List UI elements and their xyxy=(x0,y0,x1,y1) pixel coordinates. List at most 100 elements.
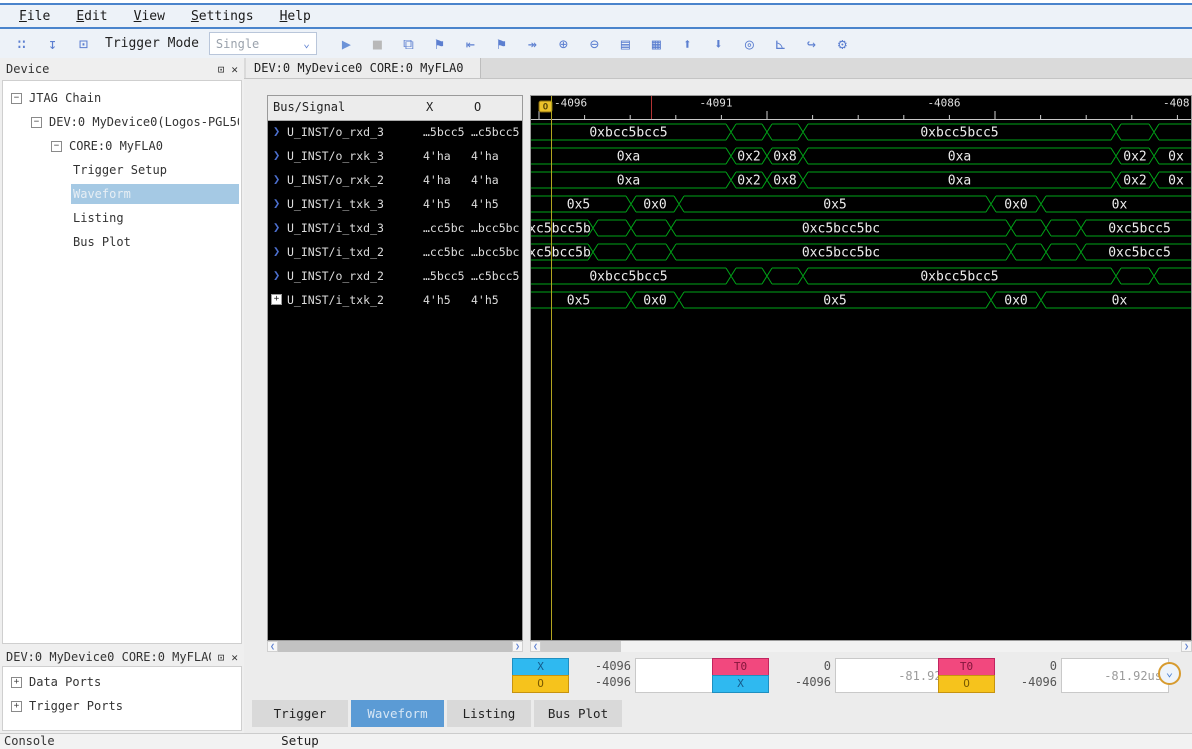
close-panel-icon[interactable]: ✕ xyxy=(231,651,238,664)
close-panel-icon[interactable]: ✕ xyxy=(231,63,238,76)
tree-item-waveform[interactable]: Waveform xyxy=(3,183,239,205)
signal-row-u-inst-i-txk-2[interactable]: +U_INST/i_txk_24'h54'h5 xyxy=(268,288,522,312)
signal-row-u-inst-o-rxd-3[interactable]: ❯U_INST/o_rxd_3…5bcc5…c5bcc5 xyxy=(268,120,522,144)
tree-item-dev-0-mydevice0-logos-pgl50[interactable]: −DEV:0 MyDevice0(Logos-PGL50… xyxy=(3,111,239,133)
view-report-icon[interactable]: ▤ xyxy=(610,35,641,53)
console-title: Console xyxy=(4,734,55,748)
expand-chevron-icon[interactable]: ❯ xyxy=(273,196,280,210)
tree-item-listing[interactable]: Listing xyxy=(3,207,239,229)
run-to-flag-icon[interactable]: ⚑ xyxy=(424,35,455,53)
connect-chain-icon[interactable]: ∷ xyxy=(6,35,37,53)
program-device-icon[interactable]: ⊡ xyxy=(68,35,99,53)
scroll-left-icon[interactable]: ❮ xyxy=(267,641,278,652)
fit-window-icon[interactable]: ▦ xyxy=(641,35,672,53)
signal-row-u-inst-i-txd-3[interactable]: ❯U_INST/i_txd_3…cc5bc…bcc5bc xyxy=(268,216,522,240)
scroll-right-icon[interactable]: ❯ xyxy=(1181,641,1192,652)
run-to-cursor-icon[interactable]: ↠ xyxy=(517,35,548,53)
tree-item-data-ports[interactable]: +Data Ports xyxy=(3,671,239,693)
run-icon[interactable]: ▶ xyxy=(331,35,362,53)
signal-row-u-inst-o-rxd-2[interactable]: ❯U_INST/o_rxd_2…5bcc5…c5bcc5 xyxy=(268,264,522,288)
expand-chevron-icon[interactable]: ❯ xyxy=(273,124,280,138)
wave-trace-u-inst-i-txk-2[interactable]: 0x50x00x50x00x xyxy=(531,288,1192,312)
signal-row-u-inst-i-txk-3[interactable]: ❯U_INST/i_txk_34'h54'h5 xyxy=(268,192,522,216)
svg-text:0xc5bcc5: 0xc5bcc5 xyxy=(1108,246,1171,261)
zoom-in-icon[interactable]: ⊕ xyxy=(548,35,579,53)
scroll-track[interactable] xyxy=(278,641,512,652)
scroll-thumb[interactable] xyxy=(278,641,512,652)
wave-trace-u-inst-i-txk-3[interactable]: 0x50x00x50x00x xyxy=(531,192,1192,216)
menu-settings[interactable]: Settings xyxy=(178,9,267,24)
svg-text:0x: 0x xyxy=(1168,150,1184,165)
wave-trace-u-inst-o-rxk-2[interactable]: 0xa0x20x80xa0x20x xyxy=(531,168,1192,192)
instance-panel: DEV:0 MyDevice0 CORE:0 MyFLA0 ⊡ ✕ +Data … xyxy=(0,646,244,733)
float-panel-icon[interactable]: ⊡ xyxy=(218,651,225,664)
view-tab-waveform[interactable]: Waveform xyxy=(351,700,444,727)
expand-chevron-icon[interactable]: ❯ xyxy=(273,268,280,282)
expand-minus-icon[interactable]: − xyxy=(51,141,62,152)
move-up-icon[interactable]: ⬆ xyxy=(672,35,703,53)
save-config-icon[interactable]: ↧ xyxy=(37,35,68,53)
window-capture-icon[interactable]: ⧉ xyxy=(393,35,424,53)
tree-item-trigger-ports[interactable]: +Trigger Ports xyxy=(3,695,239,717)
console-panel-header[interactable]: Console xyxy=(0,733,1192,749)
signal-x-value: …5bcc5 xyxy=(423,125,465,139)
scroll-left-icon[interactable]: ❮ xyxy=(530,641,541,652)
search-values-icon[interactable]: ◎ xyxy=(734,35,765,53)
wave-trace-u-inst-i-txd-2[interactable]: xc5bcc5b0xc5bcc5bc0xc5bcc5 xyxy=(531,240,1192,264)
bus-plot-icon[interactable]: ⊾ xyxy=(765,35,796,53)
expand-minus-icon[interactable]: − xyxy=(11,93,22,104)
goto-icon[interactable]: ↪ xyxy=(796,35,827,53)
settings-icon[interactable]: ⚙ xyxy=(827,35,858,53)
column-x[interactable]: X xyxy=(426,100,433,114)
scroll-right-icon[interactable]: ❯ xyxy=(512,641,523,652)
menu-help[interactable]: Help xyxy=(267,9,324,24)
move-down-icon[interactable]: ⬇ xyxy=(703,35,734,53)
scroll-track[interactable] xyxy=(541,641,1181,652)
tree-item-bus-plot[interactable]: Bus Plot xyxy=(3,231,239,253)
scroll-thumb[interactable] xyxy=(541,641,621,652)
cursor-o-line[interactable] xyxy=(551,96,552,640)
wave-trace-u-inst-i-txd-3[interactable]: xc5bcc5b0xc5bcc5bc0xc5bcc5 xyxy=(531,216,1192,240)
stop-icon[interactable]: ■ xyxy=(362,35,393,53)
expand-chevron-icon[interactable]: ❯ xyxy=(273,148,280,162)
expand-chevron-icon[interactable]: ❯ xyxy=(273,220,280,234)
menu-edit[interactable]: Edit xyxy=(63,9,120,24)
expand-minus-icon[interactable]: − xyxy=(31,117,42,128)
signal-row-u-inst-o-rxk-2[interactable]: ❯U_INST/o_rxk_24'ha4'ha xyxy=(268,168,522,192)
float-panel-icon[interactable]: ⊡ xyxy=(218,63,225,76)
waveform-view[interactable]: -4096-4091-4086-408O 0xbcc5bcc50xbcc5bcc… xyxy=(530,95,1192,641)
next-flag-icon[interactable]: ⚑ xyxy=(486,35,517,53)
column-bus-signal[interactable]: Bus/Signal xyxy=(273,100,345,114)
signal-row-u-inst-o-rxk-3[interactable]: ❯U_INST/o_rxk_34'ha4'ha xyxy=(268,144,522,168)
tree-item-jtag-chain[interactable]: −JTAG Chain xyxy=(3,87,239,109)
expand-plus-icon[interactable]: + xyxy=(11,677,22,688)
wave-trace-u-inst-o-rxd-3[interactable]: 0xbcc5bcc50xbcc5bcc5 xyxy=(531,120,1192,144)
expand-plus-icon[interactable]: + xyxy=(11,701,22,712)
waveform-hscrollbar[interactable]: ❮ ❯ xyxy=(530,641,1192,652)
menu-file[interactable]: File xyxy=(6,9,63,24)
wave-trace-u-inst-o-rxk-3[interactable]: 0xa0x20x80xa0x20x xyxy=(531,144,1192,168)
document-tab[interactable]: DEV:0 MyDevice0 CORE:0 MyFLA0 xyxy=(246,58,481,78)
cursor-delta-input[interactable]: -81.92us xyxy=(1061,658,1169,693)
menu-bar: FileEditViewSettingsHelp xyxy=(0,3,1192,29)
view-tab-listing[interactable]: Listing xyxy=(447,700,531,727)
ruler-svg[interactable]: -4096-4091-4086-408O xyxy=(531,96,1192,120)
column-o[interactable]: O xyxy=(474,100,481,114)
view-tab-bus-plot[interactable]: Bus Plot xyxy=(534,700,622,727)
signal-o-value: 4'h5 xyxy=(471,293,499,307)
more-cursors-button[interactable]: ⌄ xyxy=(1158,662,1181,685)
menu-view[interactable]: View xyxy=(121,9,178,24)
tree-item-trigger-setup[interactable]: Trigger Setup xyxy=(3,159,239,181)
zoom-out-icon[interactable]: ⊖ xyxy=(579,35,610,53)
trigger-mode-select[interactable]: Single⌄ xyxy=(209,32,317,55)
expand-chevron-icon[interactable]: ❯ xyxy=(273,244,280,258)
wave-trace-u-inst-o-rxd-2[interactable]: 0xbcc5bcc50xbcc5bcc5 xyxy=(531,264,1192,288)
signal-row-u-inst-i-txd-2[interactable]: ❯U_INST/i_txd_2…cc5bc…bcc5bc xyxy=(268,240,522,264)
expand-plus-icon[interactable]: + xyxy=(271,294,282,305)
expand-chevron-icon[interactable]: ❯ xyxy=(273,172,280,186)
prev-transition-icon[interactable]: ⇤ xyxy=(455,35,486,53)
device-panel-header: Device ⊡ ✕ xyxy=(0,58,244,80)
tree-item-core-0-myfla0[interactable]: −CORE:0 MyFLA0 xyxy=(3,135,239,157)
view-tab-trigger-setup[interactable]: Trigger Setup xyxy=(252,700,348,727)
signal-table-hscrollbar[interactable]: ❮ ❯ xyxy=(267,641,523,652)
